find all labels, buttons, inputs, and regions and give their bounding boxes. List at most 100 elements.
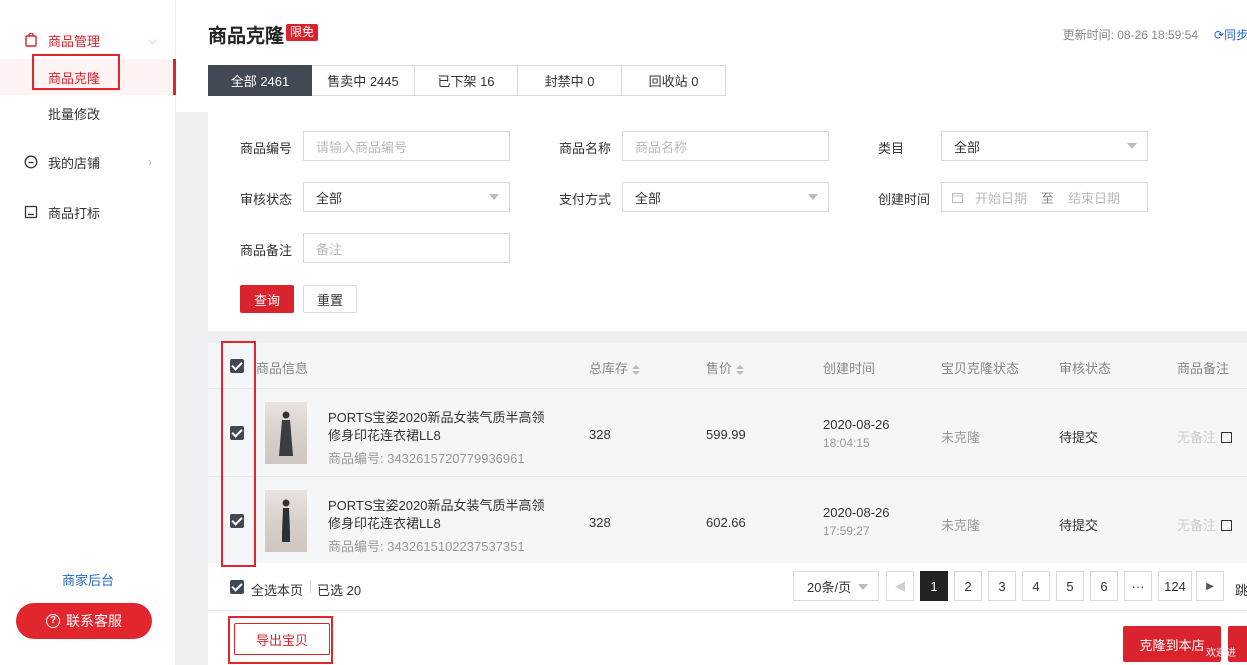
sidebar-item-batch-edit[interactable]: 批量修改 [0, 95, 176, 131]
clone-status: 未克隆 [941, 430, 981, 445]
edit-icon[interactable] [1221, 432, 1233, 443]
page-124[interactable]: 124 [1158, 571, 1192, 601]
sync-link[interactable]: ⟳同步 [1214, 26, 1247, 43]
audit-status-value: 全部 [316, 190, 343, 206]
goods-stock: 328 [589, 515, 611, 530]
sidebar-item-label: 商品打标 [48, 205, 101, 221]
row-checkbox[interactable] [230, 426, 244, 440]
goods-stock: 328 [589, 427, 611, 442]
chevron-down-icon [808, 194, 818, 200]
page-1[interactable]: 1 [920, 571, 948, 601]
sidebar-item-goods-tagging[interactable]: 商品打标 [0, 192, 176, 232]
select-page-label[interactable]: 全选本页 [251, 580, 303, 599]
page-2[interactable]: 2 [954, 571, 982, 601]
product-thumbnail [265, 402, 307, 464]
created-date-range[interactable]: 开始日期 至 结束日期 [941, 182, 1148, 212]
tab-on-sale[interactable]: 售卖中 2445 [312, 65, 415, 96]
created-time: 18:04:15 [823, 436, 870, 450]
reset-button[interactable]: 重置 [303, 285, 357, 313]
payment-method-select[interactable]: 全部 [622, 182, 829, 212]
goods-name-input[interactable]: 商品名称 [622, 131, 829, 161]
edit-icon[interactable] [1221, 520, 1233, 531]
tab-all[interactable]: 全部 2461 [208, 65, 312, 96]
product-thumbnail [265, 490, 307, 552]
tab-recycle-bin[interactable]: 回收站 0 [622, 65, 726, 96]
goods-title-line2: 修身印花连衣裙LL8 [328, 516, 441, 531]
remark-label: 商品备注 [240, 243, 293, 258]
goods-title-line1: PORTS宝姿2020新品女装气质半高领 [328, 410, 545, 425]
goods-title-line2: 修身印花连衣裙LL8 [328, 428, 441, 443]
divider [310, 581, 311, 593]
range-separator: 至 [1041, 190, 1055, 206]
tag-icon [24, 205, 38, 219]
row-checkbox[interactable] [230, 514, 244, 528]
created-time-label: 创建时间 [878, 192, 931, 207]
column-header-goods-info: 商品信息 [256, 361, 309, 376]
goods-id-label: 商品编号 [240, 141, 293, 156]
goods-id-input[interactable]: 请输入商品编号 [303, 131, 510, 161]
chevron-down-icon [1127, 143, 1137, 149]
sidebar-item-goods-clone[interactable]: 商品克隆 [0, 59, 176, 95]
page-6[interactable]: 6 [1090, 571, 1118, 601]
remark-input[interactable]: 备注 [303, 233, 510, 263]
goods-price: 602.66 [706, 515, 746, 530]
select-page-checkbox[interactable] [230, 580, 244, 594]
column-header-stock[interactable]: 总库存 [589, 358, 641, 377]
refresh-icon: ⟳ [1214, 28, 1225, 42]
table-row: PORTS宝姿2020新品女装气质半高领 修身印花连衣裙LL8 商品编号: 34… [208, 477, 1247, 565]
select-all-checkbox[interactable] [230, 359, 244, 373]
column-header-remark: 商品备注 [1177, 361, 1230, 376]
sidebar-item-my-store[interactable]: 我的店铺 › [0, 142, 176, 182]
page-ellipsis[interactable]: ··· [1124, 571, 1152, 601]
category-select[interactable]: 全部 [941, 131, 1148, 161]
category-value: 全部 [954, 139, 981, 155]
welcome-text: 欢迎进 [1206, 648, 1236, 659]
audit-status-select[interactable]: 全部 [303, 182, 510, 212]
product-image [279, 411, 293, 456]
end-date-input[interactable]: 结束日期 [1068, 188, 1120, 207]
goods-title-line1: PORTS宝姿2020新品女装气质半高领 [328, 498, 545, 513]
page-5[interactable]: 5 [1056, 571, 1084, 601]
filter-panel: 商品编号 请输入商品编号 商品名称 商品名称 类目 全部 审核状态 全部 支付方… [208, 112, 1247, 331]
audit-status: 待提交 [1059, 430, 1099, 445]
sidebar-item-label: 商品克隆 [48, 70, 101, 86]
tab-banned[interactable]: 封禁中 0 [518, 65, 622, 96]
chevron-right-icon: ▶ [1206, 580, 1214, 592]
column-header-price[interactable]: 售价 [706, 358, 745, 377]
created-date: 2020-08-26 [823, 417, 890, 432]
calendar-icon [952, 192, 963, 203]
tab-off-shelf[interactable]: 已下架 16 [415, 65, 518, 96]
page-4[interactable]: 4 [1022, 571, 1050, 601]
chevron-right-icon: › [148, 155, 152, 169]
start-date-input[interactable]: 开始日期 [975, 188, 1027, 207]
page-3[interactable]: 3 [988, 571, 1016, 601]
status-tabs: 全部 2461 售卖中 2445 已下架 16 封禁中 0 回收站 0 [208, 65, 726, 96]
query-button[interactable]: 查询 [240, 285, 294, 313]
shopping-bag-icon [25, 33, 37, 47]
table-row: PORTS宝姿2020新品女装气质半高领 修身印花连衣裙LL8 商品编号: 34… [208, 389, 1247, 477]
table-footer: 全选本页 已选 20 20条/页 ◀ 1 2 3 4 5 6 ··· 124 ▶… [208, 563, 1247, 611]
goods-number: 商品编号: 3432615102237537351 [328, 539, 525, 554]
product-image [282, 499, 290, 542]
contact-support-button[interactable]: ? 联系客服 [16, 603, 152, 639]
page-title: 商品克隆 [208, 26, 285, 47]
store-icon [24, 155, 38, 169]
payment-method-label: 支付方式 [559, 192, 612, 207]
question-icon: ? [46, 614, 60, 628]
page-size-select[interactable]: 20条/页 [793, 571, 879, 601]
remark-cell[interactable]: 无备注 [1177, 515, 1233, 534]
sidebar-item-goods-management[interactable]: 商品管理 ⌵ [0, 20, 176, 60]
audit-status-label: 审核状态 [240, 192, 293, 207]
sidebar: 商品管理 ⌵ 商品克隆 批量修改 我的店铺 › 商品打标 商家后台 ? 联系客服 [0, 0, 176, 665]
remark-cell[interactable]: 无备注 [1177, 427, 1233, 446]
prev-page-button[interactable]: ◀ [886, 571, 914, 601]
export-goods-button[interactable]: 导出宝贝 [234, 623, 330, 655]
sidebar-item-label: 批量修改 [48, 106, 101, 122]
sidebar-item-label: 我的店铺 [48, 155, 101, 171]
sort-icon [736, 364, 745, 375]
sync-link-label: 同步 [1224, 28, 1247, 42]
update-time: 更新时间: 08-26 18:59:54 [1062, 28, 1198, 42]
next-page-button[interactable]: ▶ [1196, 571, 1224, 601]
merchant-backend-link[interactable]: 商家后台 [0, 570, 176, 589]
goods-number: 商品编号: 3432615720779936961 [328, 451, 525, 466]
